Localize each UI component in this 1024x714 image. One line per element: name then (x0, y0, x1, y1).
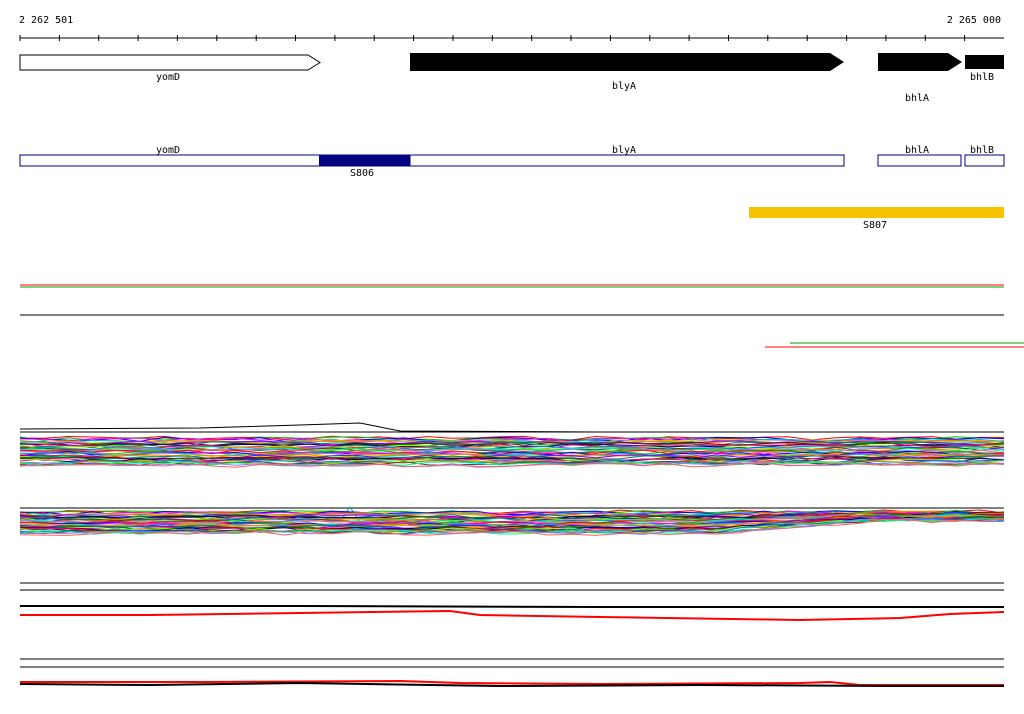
trace-line (20, 609, 1005, 622)
gene-label-blyA: blyA (612, 81, 636, 92)
gene-arrow-bhlB[interactable] (965, 55, 1004, 69)
feature-track-S807: S807 (749, 207, 1004, 231)
transcript-label-bhlB: bhlB (970, 145, 994, 156)
gene-label-bhlB: bhlB (970, 72, 994, 83)
gene-arrow-yomD[interactable] (19, 54, 321, 71)
genome-browser-view: 2 262 501 2 265 000 yomD blyA bhlA bhlB … (19, 15, 1024, 688)
signal-track-2 (19, 422, 1005, 468)
gene-blyA[interactable]: blyA (410, 53, 844, 92)
gene-bhlB[interactable]: bhlB (965, 55, 1004, 83)
gene-label-bhlA: bhlA (905, 93, 929, 104)
signal-track-3 (19, 506, 1005, 536)
transcript-track: yomD blyA bhlA bhlB S806 (19, 145, 1005, 179)
feature-box-S807[interactable] (749, 207, 1004, 218)
gene-bhlA[interactable]: bhlA (878, 53, 962, 104)
gene-track: yomD blyA bhlA bhlB (19, 53, 1004, 104)
signal-track-1 (20, 284, 1024, 348)
gene-label-yomD: yomD (156, 72, 180, 83)
feature-label-S807: S807 (863, 220, 887, 231)
transcript-box-blyA[interactable] (409, 154, 845, 167)
signal-track-5 (19, 658, 1004, 688)
transcript-label-blyA: blyA (612, 145, 636, 156)
feature-box-S806[interactable] (319, 155, 410, 166)
trace-line (19, 422, 1004, 433)
coordinate-ruler: 2 262 501 2 265 000 (19, 15, 1004, 41)
transcript-label-yomD: yomD (156, 145, 180, 156)
signal-track-4 (20, 582, 1005, 622)
transcript-box-bhlB[interactable] (964, 154, 1005, 167)
ruler-start-label: 2 262 501 (19, 15, 73, 26)
gene-yomD[interactable]: yomD (19, 54, 321, 83)
transcript-box-bhlA[interactable] (877, 154, 962, 167)
feature-label-S806: S806 (350, 168, 374, 179)
ruler-end-label: 2 265 000 (947, 15, 1001, 26)
gene-arrow-bhlA[interactable] (878, 53, 962, 71)
transcript-label-bhlA: bhlA (905, 145, 929, 156)
trace-line (20, 605, 1004, 608)
gene-arrow-blyA[interactable] (410, 53, 844, 71)
